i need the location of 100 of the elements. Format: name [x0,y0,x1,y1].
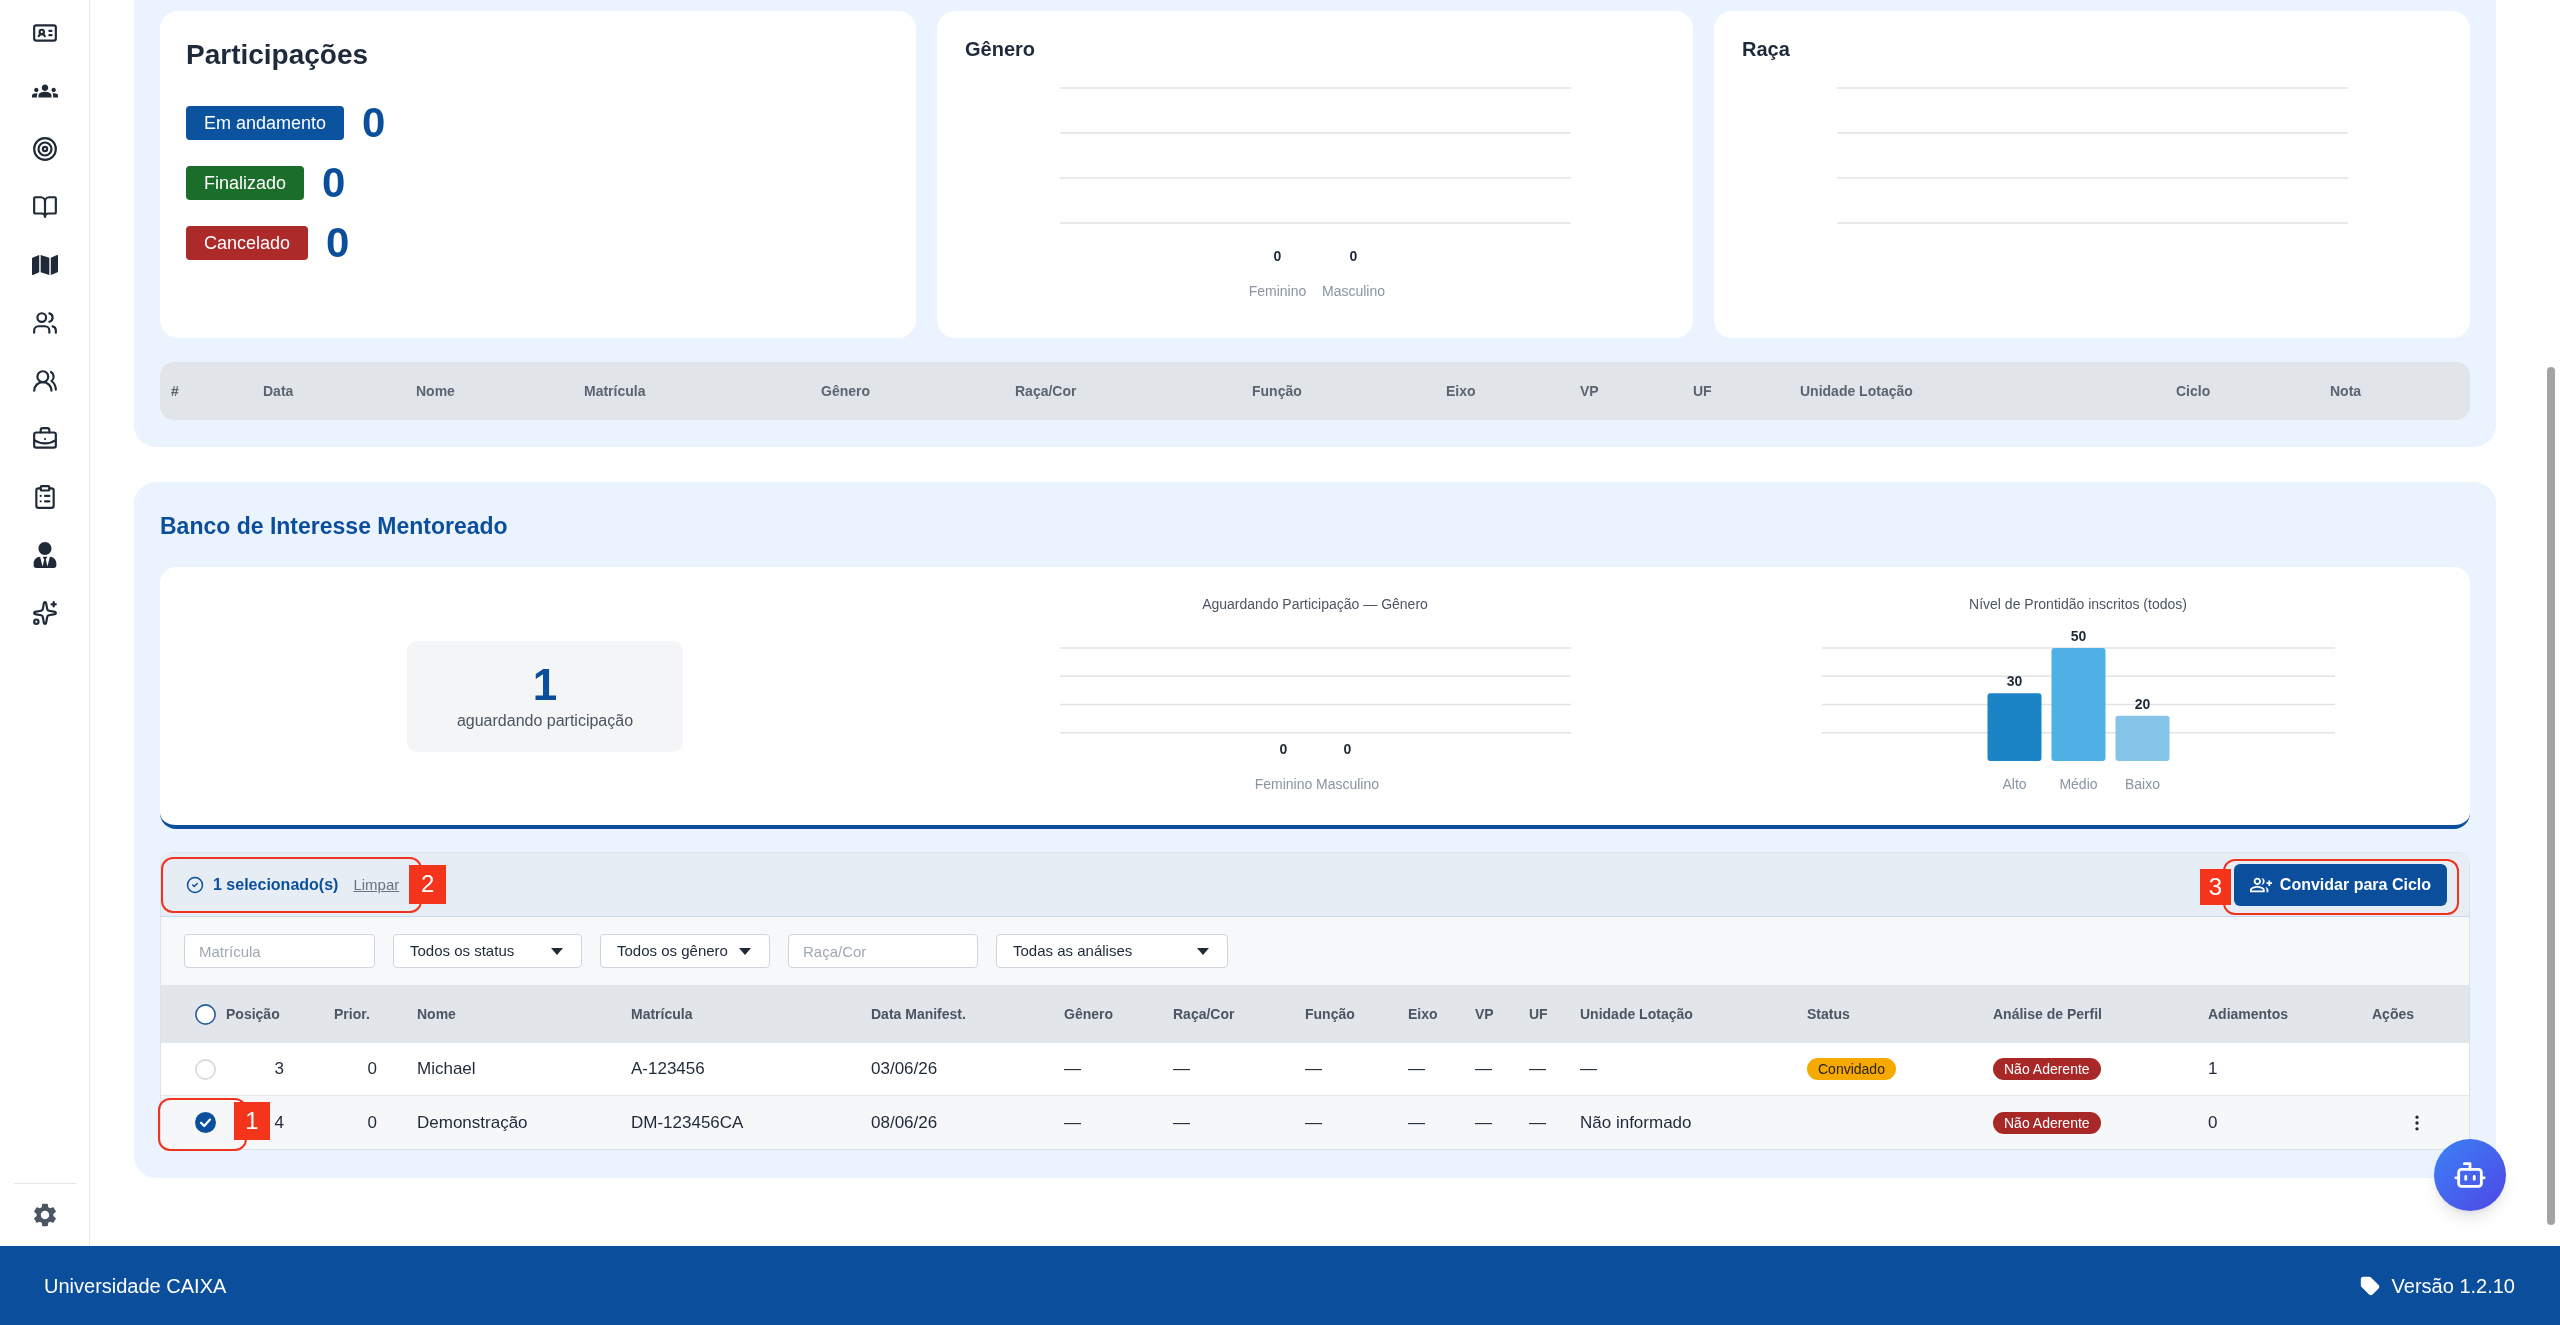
column-header: Unidade Lotação [1800,383,1913,399]
table-cell: — [1529,1112,1546,1132]
waiting-count: 1 [532,661,558,709]
callout-number: 2 [409,864,447,904]
column-header: UF [1693,383,1712,399]
filter-dropdown[interactable]: Todos os gênero [600,934,770,968]
table-cell: — [1064,1112,1081,1132]
table-cell: — [1305,1112,1322,1132]
column-header: Eixo [1446,383,1476,399]
count-value: 0 [1279,741,1287,757]
sparkles-icon[interactable] [31,600,58,626]
column-header: Unidade Lotação [1580,1006,1693,1022]
column-header: Nota [2330,383,2362,399]
table-row[interactable]: 1 4 0 Demonstração DM-123456CA 08/06/26 — — — — — — Não informado Não Aderente 0 [161,1096,2469,1149]
table-cell: — [1408,1112,1425,1132]
briefcase-icon[interactable] [31,426,58,452]
status-count: 0 [362,102,386,144]
column-header: Ciclo [2176,383,2211,399]
chatbot-button[interactable] [2434,1139,2506,1211]
table-cell: — [1529,1059,1546,1079]
table-cell: — [1475,1112,1492,1132]
table-cell: 3 [274,1059,284,1079]
category-label: Alto [2001,776,2027,792]
category-label: Feminino [1248,283,1306,299]
filter-input[interactable]: Matrícula [184,934,375,968]
waiting-label: aguardando participação [456,711,634,731]
category-label: Médio [2058,776,2098,792]
table-cell: — [1475,1059,1492,1079]
table-cell: 08/06/26 [871,1112,938,1132]
column-header: Matrícula [584,383,646,399]
column-header: Data [263,383,294,399]
status-count: 0 [326,222,350,264]
column-header: Adiamentos [2208,1006,2289,1022]
status-badge: Finalizado [186,166,305,200]
column-header: Matrícula [631,1006,693,1022]
table-cell: — [1173,1112,1190,1132]
scrollbar-thumb[interactable] [2547,367,2555,1225]
table-cell: Não informado [1580,1112,1692,1132]
table-cell: 03/06/26 [871,1059,938,1079]
count-value: 0 [1343,741,1351,757]
target-icon[interactable] [31,136,58,162]
bar-value: 50 [2070,628,2086,644]
caret-icon [551,947,563,955]
users-icon[interactable] [31,310,58,336]
footer-title: Universidade CAIXA [44,1273,227,1299]
column-header: # [171,383,179,399]
table-cell: 4 [274,1112,284,1132]
version-label: Versão 1.2.10 [2391,1273,2515,1299]
bar-value: 30 [2006,673,2022,690]
table-cell: Demonstração [417,1112,528,1132]
table-cell: — [1173,1059,1190,1079]
checkbox[interactable] [195,1003,216,1025]
count-value: 0 [1273,248,1281,264]
tag-icon [2359,1275,2380,1296]
column-header: Ações [2372,1006,2415,1022]
callout-number: 3 [2199,868,2231,905]
category-label: Feminino [1254,776,1312,792]
status-count: 0 [322,162,346,204]
count-value: 0 [1349,248,1357,264]
table-cell: 0 [367,1059,377,1079]
table-cell: — [1580,1059,1597,1079]
table-cell: 0 [2208,1112,2218,1132]
card-title: Raça [1742,37,1791,61]
table-cell: Michael [417,1059,476,1079]
chart-bar [1987,693,2041,761]
check-circle-icon [186,875,204,894]
column-header: Análise de Perfil [1993,1006,2102,1022]
card-title: Gênero [965,37,1037,61]
status-badge: Em andamento [186,106,345,140]
caret-icon [739,947,751,955]
users-icon[interactable] [31,368,58,394]
chart-bar [2115,715,2169,761]
column-header: Eixo [1408,1006,1438,1022]
column-header: UF [1529,1006,1548,1022]
book-icon[interactable] [31,194,58,220]
chart-title: Aguardando Participação — Gênero [1202,595,1428,613]
table-cell: — [1064,1059,1081,1079]
status-badge: Cancelado [186,226,309,260]
filter-input[interactable]: Raça/Cor [788,934,978,968]
column-header: VP [1475,1006,1494,1022]
map-icon[interactable] [31,252,58,278]
table-cell: A-123456 [631,1059,705,1079]
chart-title: Nível de Prontidão inscritos (todos) [1969,595,2187,613]
invite-button[interactable]: Convidar para Ciclo [2233,863,2447,906]
column-header: Posição [226,1006,280,1022]
column-header: VP [1580,383,1599,399]
column-header: Função [1252,383,1302,399]
column-header: Raça/Cor [1173,1006,1235,1022]
person-with-tie-icon[interactable] [31,542,58,568]
filter-dropdown[interactable]: Todas as análises [996,934,1228,968]
table-cell: — [1408,1059,1425,1079]
category-label: Baixo [2124,776,2160,792]
table-cell: 1 [2208,1059,2218,1079]
callout-number: 1 [234,1102,270,1140]
checked-checkbox[interactable] [195,1112,216,1133]
selection-count: 1 selecionado(s) [213,874,339,895]
column-header: Data Manifest. [871,1006,966,1022]
clear-link[interactable]: Limpar [353,872,400,897]
filter-dropdown[interactable]: Todos os status [393,934,582,968]
column-header: Nome [416,383,455,399]
